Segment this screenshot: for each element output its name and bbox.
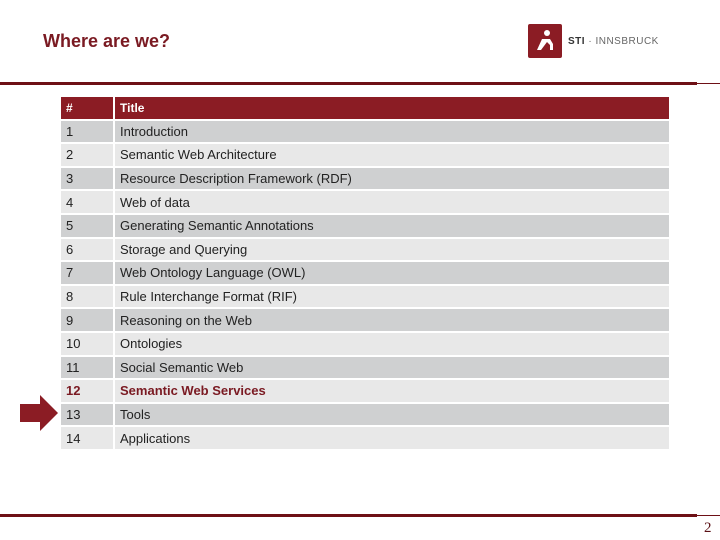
table-row: 5 Generating Semantic Annotations (61, 214, 669, 237)
row-number: 13 (61, 403, 113, 426)
table-row: 14 Applications (61, 427, 669, 449)
slide-title: Where are we? (43, 31, 171, 51)
header-divider-tail (697, 83, 720, 84)
header-divider (0, 82, 697, 85)
logo-text: STI · INNSBRUCK (568, 35, 659, 47)
row-title: Storage and Querying (115, 238, 669, 261)
table-row: 1 Introduction (61, 120, 669, 143)
row-number: 8 (61, 285, 113, 308)
row-number: 5 (61, 214, 113, 237)
table-row: 6 Storage and Querying (61, 238, 669, 261)
footer-divider (0, 514, 697, 517)
row-title: Resource Description Framework (RDF) (115, 167, 669, 190)
logo-figure-icon (528, 24, 562, 58)
table-row: 13 Tools (61, 403, 669, 426)
table-row: 4 Web of data (61, 191, 669, 213)
row-title: Semantic Web Architecture (115, 144, 669, 166)
table-row: 7 Web Ontology Language (OWL) (61, 262, 669, 284)
table-row: 2 Semantic Web Architecture (61, 144, 669, 166)
row-title: Social Semantic Web (115, 356, 669, 379)
column-header-title: Title (115, 97, 669, 119)
row-number: 10 (61, 332, 113, 355)
row-number: 3 (61, 167, 113, 190)
row-title: Semantic Web Services (115, 380, 669, 402)
row-number: 11 (61, 356, 113, 379)
footer-divider-tail (697, 515, 720, 516)
table-header: # Title (61, 97, 669, 119)
row-title: Applications (115, 427, 669, 449)
agenda-table: # Title 1 Introduction 2 Semantic Web Archi… (59, 95, 671, 451)
table-row: 12 Semantic Web Services (61, 380, 669, 402)
row-title: Reasoning on the Web (115, 309, 669, 331)
row-number: 7 (61, 262, 113, 284)
row-title: Web of data (115, 191, 669, 213)
row-number: 12 (61, 380, 113, 402)
row-title: Ontologies (115, 332, 669, 355)
row-number: 4 (61, 191, 113, 213)
sti-innsbruck-logo: STI · INNSBRUCK (528, 24, 659, 58)
row-title: Introduction (115, 120, 669, 143)
table-row: 9 Reasoning on the Web (61, 309, 669, 331)
current-item-arrow-icon (20, 395, 60, 436)
row-title: Tools (115, 403, 669, 426)
row-title: Web Ontology Language (OWL) (115, 262, 669, 284)
row-number: 2 (61, 144, 113, 166)
row-title: Generating Semantic Annotations (115, 214, 669, 237)
table-row: 11 Social Semantic Web (61, 356, 669, 379)
table-row: 3 Resource Description Framework (RDF) (61, 167, 669, 190)
row-title: Rule Interchange Format (RIF) (115, 285, 669, 308)
row-number: 9 (61, 309, 113, 331)
row-number: 1 (61, 120, 113, 143)
row-number: 6 (61, 238, 113, 261)
page-number: 2 (704, 520, 712, 536)
column-header-number: # (61, 97, 113, 119)
row-number: 14 (61, 427, 113, 449)
table-row: 8 Rule Interchange Format (RIF) (61, 285, 669, 308)
table-row: 10 Ontologies (61, 332, 669, 355)
